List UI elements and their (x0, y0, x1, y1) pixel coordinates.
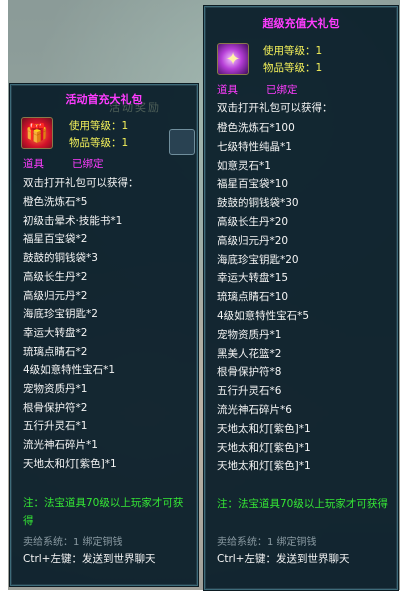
reward-item: 高级归元丹*20 (217, 234, 289, 247)
reward-list: 橙色洗炼石*100 七级特性纯晶*1 如意灵石*1 福星百宝袋*10 鼓鼓的铜钱袋*30… (217, 119, 311, 476)
reward-item: 流光神石碎片*1 (23, 439, 98, 452)
tooltip-title: 活动首充大礼包 (65, 93, 143, 106)
gift-pack-tooltip-left: 活动奖励 活动首充大礼包 🎁 使用等级：1 物品等级：1 道具 已绑定 双击打开礼… (10, 84, 198, 586)
reward-item: 橙色洗炼石*5 (23, 196, 88, 208)
sell-price: 卖给系统：1 绑定铜钱 (23, 537, 123, 548)
reward-item: 福星百宝袋*10 (217, 178, 289, 191)
restriction-note: 注：法宝道具70级以上玩家才可获得 (23, 497, 184, 527)
reward-item: 七级特性纯晶*1 (217, 140, 292, 153)
reward-item: 福星百宝袋*2 (23, 233, 88, 246)
reward-item: 五行升灵石*6 (217, 385, 282, 398)
reward-item: 海底珍宝钥匙*2 (23, 308, 98, 321)
reward-item: 鼓鼓的铜钱袋*30 (217, 197, 299, 210)
background-slot-decoration (169, 129, 195, 155)
reward-item: 根骨保护符*2 (23, 401, 88, 414)
reward-item: 黑美人花篮*2 (217, 347, 282, 360)
ctrl-click-hint: Ctrl+左键：发送到世界聊天 (217, 553, 350, 565)
reward-item: 高级长生丹*20 (217, 215, 289, 228)
ctrl-click-hint: Ctrl+左键：发送到世界聊天 (23, 553, 156, 565)
reward-item: 如意灵石*1 (217, 159, 271, 172)
red-gift-box-icon: 🎁 (21, 117, 53, 149)
reward-item: 幸运大转盘*15 (217, 272, 289, 285)
reward-item: 流光神石碎片*6 (217, 403, 292, 416)
open-pack-intro: 双击打开礼包可以获得： (23, 177, 139, 189)
reward-item: 琉璃点睛石*2 (23, 345, 88, 358)
purple-gift-box-icon: ✦ (217, 43, 249, 75)
reward-item: 天地太和灯[紫色]*1 (217, 422, 311, 435)
use-level: 使用等级：1 (263, 45, 323, 57)
reward-item: 高级长生丹*2 (23, 270, 88, 283)
reward-item: 天地太和灯[紫色]*1 (217, 441, 311, 454)
reward-item: 鼓鼓的铜钱袋*3 (23, 252, 98, 265)
item-levels: 使用等级：1 物品等级：1 (263, 43, 322, 77)
item-level: 物品等级：1 (69, 137, 129, 149)
reward-item: 五行升灵石*1 (23, 420, 88, 433)
restriction-note: 注：法宝道具70级以上玩家才可获得 (217, 498, 388, 510)
reward-item: 4级如意特性宝石*5 (217, 309, 310, 322)
tooltip-title: 超级充值大礼包 (262, 17, 340, 30)
reward-item: 4级如意特性宝石*1 (23, 364, 116, 377)
reward-item: 高级归元丹*2 (23, 289, 88, 302)
item-type-line: 道具 已绑定 (23, 156, 104, 171)
item-levels: 使用等级：1 物品等级：1 (69, 118, 128, 152)
reward-item: 天地太和灯[紫色]*1 (23, 457, 117, 470)
item-type-line: 道具 已绑定 (217, 82, 298, 97)
item-level: 物品等级：1 (263, 62, 323, 74)
gift-pack-tooltip-right: 超级充值大礼包 ✦ 使用等级：1 物品等级：1 道具 已绑定 双击打开礼包可以获得… (204, 6, 398, 590)
item-type: 道具 (217, 84, 238, 96)
reward-item: 初级击晕术·技能书*1 (23, 214, 123, 227)
reward-item: 根骨保护符*8 (217, 366, 282, 379)
reward-item: 宠物资质丹*1 (23, 383, 88, 396)
bound-status: 已绑定 (72, 158, 104, 170)
sell-price: 卖给系统：1 绑定铜钱 (217, 537, 317, 548)
reward-item: 琉璃点睛石*10 (217, 291, 289, 304)
bound-status: 已绑定 (266, 84, 298, 96)
use-level: 使用等级：1 (69, 120, 129, 132)
reward-item: 橙色洗炼石*100 (217, 122, 295, 134)
reward-list: 橙色洗炼石*5 初级击晕术·技能书*1 福星百宝袋*2 鼓鼓的铜钱袋*3 高级长生丹*2… (23, 193, 122, 474)
reward-item: 宠物资质丹*1 (217, 328, 282, 341)
reward-item: 天地太和灯[紫色]*1 (217, 460, 311, 473)
reward-item: 幸运大转盘*2 (23, 326, 88, 339)
reward-item: 海底珍宝钥匙*20 (217, 253, 299, 266)
item-type: 道具 (23, 158, 44, 170)
open-pack-intro: 双击打开礼包可以获得： (217, 102, 333, 114)
